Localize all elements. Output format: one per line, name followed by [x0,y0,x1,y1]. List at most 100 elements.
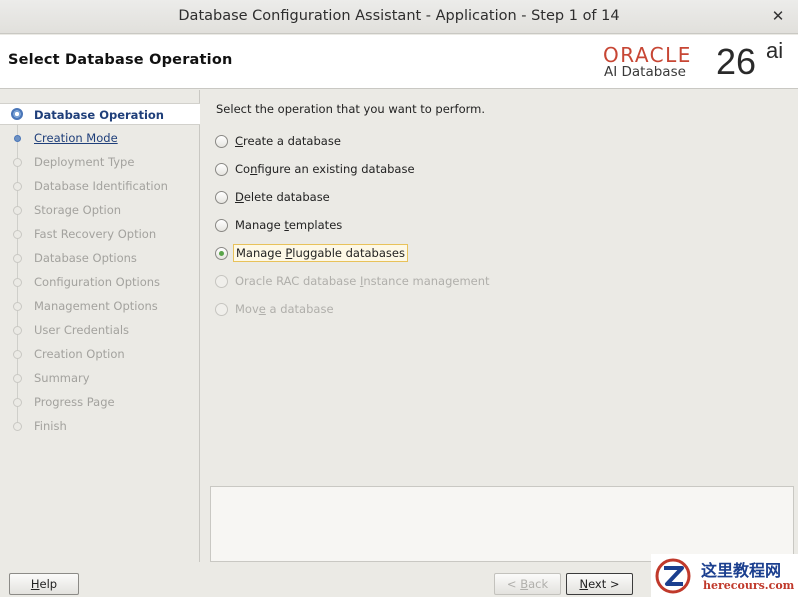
step-indicator-icon [13,158,22,167]
sidebar-step: Deployment Type [0,151,200,173]
logo-product: AI Database [604,64,686,80]
option-label-text: nstance management [363,274,490,288]
option-label-text: emplates [288,218,343,232]
option-label-text: Mov [235,302,259,316]
step-indicator-icon [13,422,22,431]
sidebar-step: Management Options [0,295,200,317]
option-label: Move a database [233,301,336,317]
logo-version-suffix: ai [766,38,784,63]
sidebar-step-label: Database Operation [34,108,164,122]
watermark-url: herecours.com [703,579,795,592]
step-indicator-icon [11,108,23,120]
instruction-text: Select the operation that you want to pe… [216,102,486,116]
sidebar-step-label: Deployment Type [34,155,135,169]
radio-button[interactable] [215,190,228,204]
option-label-text: reate a database [243,134,341,148]
sidebar-step: Configuration Options [0,271,200,293]
sidebar-step: Creation Option [0,343,200,365]
back-button-mnemonic: B [520,577,529,591]
step-indicator-icon [13,350,22,359]
sidebar-step: Storage Option [0,199,200,221]
window-title: Database Configuration Assistant - Appli… [178,8,620,24]
option-label: Manage templates [233,217,344,233]
step-indicator-icon [13,206,22,215]
option-label-text: Co [235,162,251,176]
window-titlebar: Database Configuration Assistant - Appli… [0,0,798,34]
step-indicator-icon [13,254,22,263]
operation-option: Oracle RAC database Instance management [215,271,492,291]
operation-option[interactable]: Manage templates [215,215,344,235]
logo-version: 26 [716,41,757,82]
radio-button[interactable] [215,218,228,232]
option-label: Oracle RAC database Instance management [233,273,492,289]
step-indicator-icon [13,230,22,239]
page-header: Select Database Operation ORACLE AI Data… [0,35,798,89]
option-label-text: luggable databases [292,246,405,260]
operation-option[interactable]: Delete database [215,187,332,207]
operation-option: Move a database [215,299,336,319]
option-mnemonic: D [235,190,244,204]
help-button-mnemonic: H [30,577,40,591]
radio-button[interactable] [215,246,228,260]
option-label: Create a database [233,133,343,149]
steps-sidebar: Database Operation Creation Mode Deploymen… [0,90,200,562]
sidebar-step-label: Finish [34,419,67,433]
back-button-label: ack [528,577,549,591]
operation-option[interactable]: Configure an existing database [215,159,417,179]
option-label: Manage Pluggable databases [233,244,408,262]
help-button-label: elp [39,577,58,591]
sidebar-step-label: Progress Page [34,395,115,409]
sidebar-step: User Credentials [0,319,200,341]
sidebar-step-label: Creation Mode [34,131,118,145]
help-button[interactable]: Help [9,573,79,595]
option-mnemonic: C [235,134,244,148]
operation-option[interactable]: Manage Pluggable databases [215,243,408,263]
radio-button[interactable] [215,162,228,176]
sidebar-step: Database Options [0,247,200,269]
radio-button [215,274,228,288]
sidebar-step: Summary [0,367,200,389]
step-indicator-icon [13,374,22,383]
oracle-logo: ORACLE AI Database 26 ai [603,38,793,85]
operation-option[interactable]: Create a database [215,131,343,151]
option-label-text: elete database [243,190,330,204]
sidebar-step[interactable]: Creation Mode [0,127,200,149]
main-panel: Select the operation that you want to pe… [201,90,798,562]
next-button-label: ext > [588,577,620,591]
step-indicator-icon [13,302,22,311]
details-panel [210,486,794,562]
sidebar-step-label: Management Options [34,299,158,313]
sidebar-step[interactable]: Database Operation [0,103,200,125]
back-button[interactable]: < Back [494,573,561,595]
close-icon[interactable]: ✕ [768,6,788,26]
option-mnemonic: e [258,302,266,316]
page-title: Select Database Operation [8,52,233,68]
sidebar-step: Finish [0,415,200,437]
sidebar-step-label: Database Options [34,251,137,265]
sidebar-step: Database Identification [0,175,200,197]
sidebar-step-label: Fast Recovery Option [34,227,157,241]
back-button-arrow: < [506,577,521,591]
watermark-logo-icon [655,558,691,594]
option-label-text: figure an existing database [257,162,415,176]
step-indicator-icon [13,278,22,287]
sidebar-step-label: Database Identification [34,179,168,193]
radio-button [215,302,228,316]
option-label-text: Oracle RAC database [235,274,360,288]
option-label-text: Manage [235,218,285,232]
step-indicator-icon [14,135,21,142]
sidebar-step: Fast Recovery Option [0,223,200,245]
sidebar-step-label: User Credentials [34,323,130,337]
option-label: Delete database [233,189,332,205]
option-label-text: a database [265,302,334,316]
option-label-text: Manage [236,246,286,260]
step-indicator-icon [13,326,22,335]
step-indicator-icon [13,182,22,191]
option-label: Configure an existing database [233,161,417,177]
next-button[interactable]: Next > [566,573,633,595]
sidebar-step-label: Storage Option [34,203,122,217]
next-button-mnemonic: N [579,577,589,591]
radio-button[interactable] [215,134,228,148]
sidebar-step-label: Configuration Options [34,275,161,289]
sidebar-step-label: Summary [34,371,90,385]
